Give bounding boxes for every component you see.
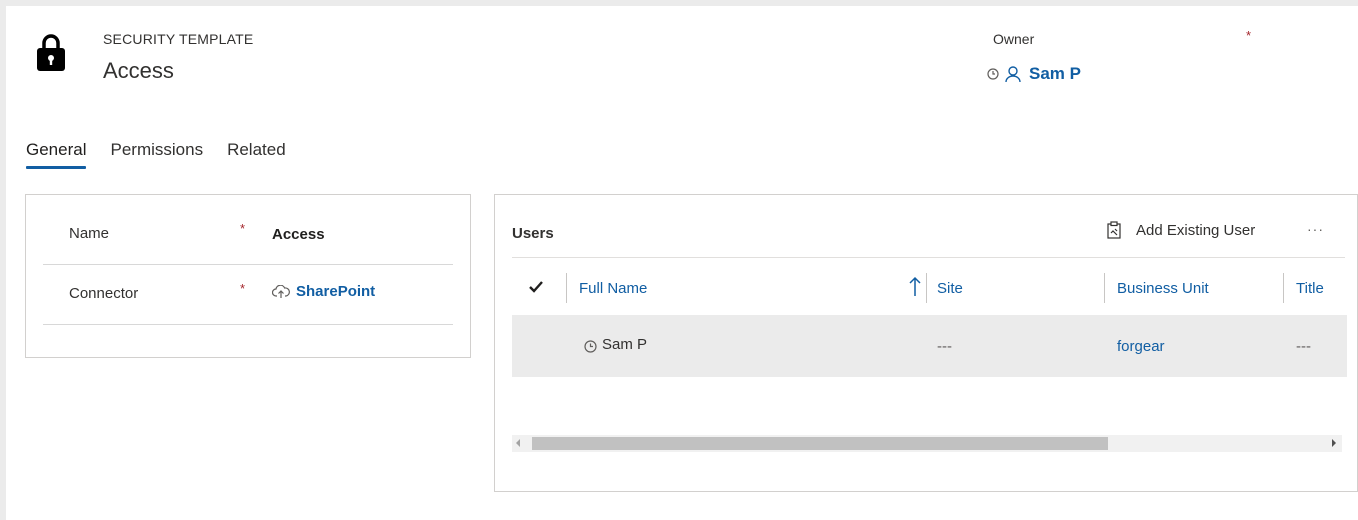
column-separator[interactable] <box>1104 273 1105 303</box>
lock-icon <box>37 34 65 71</box>
scroll-right-icon[interactable] <box>1332 439 1336 447</box>
connector-field-row: Connector * SharePoint <box>43 265 453 325</box>
column-separator[interactable] <box>566 273 567 303</box>
cell-business-unit-link[interactable]: forgear <box>1117 338 1165 355</box>
connector-lookup[interactable]: SharePoint <box>272 283 375 300</box>
sort-ascending-icon[interactable] <box>908 275 922 297</box>
owner-lookup[interactable]: Sam P <box>987 64 1081 84</box>
column-header-title[interactable]: Title <box>1296 280 1324 297</box>
cell-full-name[interactable]: Sam P <box>602 336 647 353</box>
add-existing-user-label: Add Existing User <box>1136 221 1256 239</box>
tab-permissions[interactable]: Permissions <box>110 140 203 168</box>
select-all-checkmark-icon[interactable] <box>526 277 546 297</box>
clipboard-icon <box>1107 221 1121 239</box>
owner-label: Owner <box>993 31 1035 47</box>
tab-general[interactable]: General <box>26 140 87 169</box>
form-tabs: General Permissions Related <box>26 140 310 169</box>
general-section: Name * Access Connector * SharePoint <box>25 194 471 358</box>
divider <box>512 257 1345 258</box>
name-field-label: Name <box>69 225 110 242</box>
horizontal-scrollbar[interactable] <box>512 435 1342 452</box>
name-required-marker: * <box>240 221 246 236</box>
record-title: Access <box>103 58 174 83</box>
scroll-left-icon[interactable] <box>516 439 520 447</box>
column-header-site[interactable]: Site <box>937 280 963 297</box>
clock-icon <box>987 68 999 80</box>
column-separator[interactable] <box>1283 273 1284 303</box>
security-template-form: SECURITY TEMPLATE Access Owner * Sam P G… <box>6 6 1358 520</box>
connector-field-label: Connector <box>69 285 139 302</box>
owner-required-marker: * <box>1246 28 1252 43</box>
column-separator[interactable] <box>926 273 927 303</box>
person-icon <box>1005 66 1021 83</box>
column-header-business-unit[interactable]: Business Unit <box>1117 280 1209 297</box>
entity-type-label: SECURITY TEMPLATE <box>103 31 254 47</box>
add-existing-user-button[interactable]: Add Existing User <box>1106 221 1255 239</box>
scrollbar-thumb[interactable] <box>532 437 1108 450</box>
more-commands-button[interactable]: ··· <box>1307 221 1324 237</box>
clock-icon <box>584 340 597 353</box>
table-row[interactable]: Sam P --- forgear --- <box>512 315 1347 377</box>
users-subgrid: Users Add Existing User ··· Full Name Si… <box>494 194 1358 492</box>
users-subgrid-title: Users <box>512 225 554 242</box>
owner-name-link[interactable]: Sam P <box>1029 64 1081 84</box>
cloud-icon <box>272 284 290 298</box>
cell-title: --- <box>1296 338 1311 355</box>
name-field-row: Name * Access <box>43 205 453 265</box>
cell-site: --- <box>937 338 952 355</box>
grid-header: Full Name Site Business Unit Title <box>512 267 1347 309</box>
connector-required-marker: * <box>240 281 246 296</box>
connector-link[interactable]: SharePoint <box>296 283 375 300</box>
tab-related[interactable]: Related <box>227 140 286 168</box>
column-header-full-name[interactable]: Full Name <box>579 280 647 297</box>
name-field-value[interactable]: Access <box>272 226 325 243</box>
